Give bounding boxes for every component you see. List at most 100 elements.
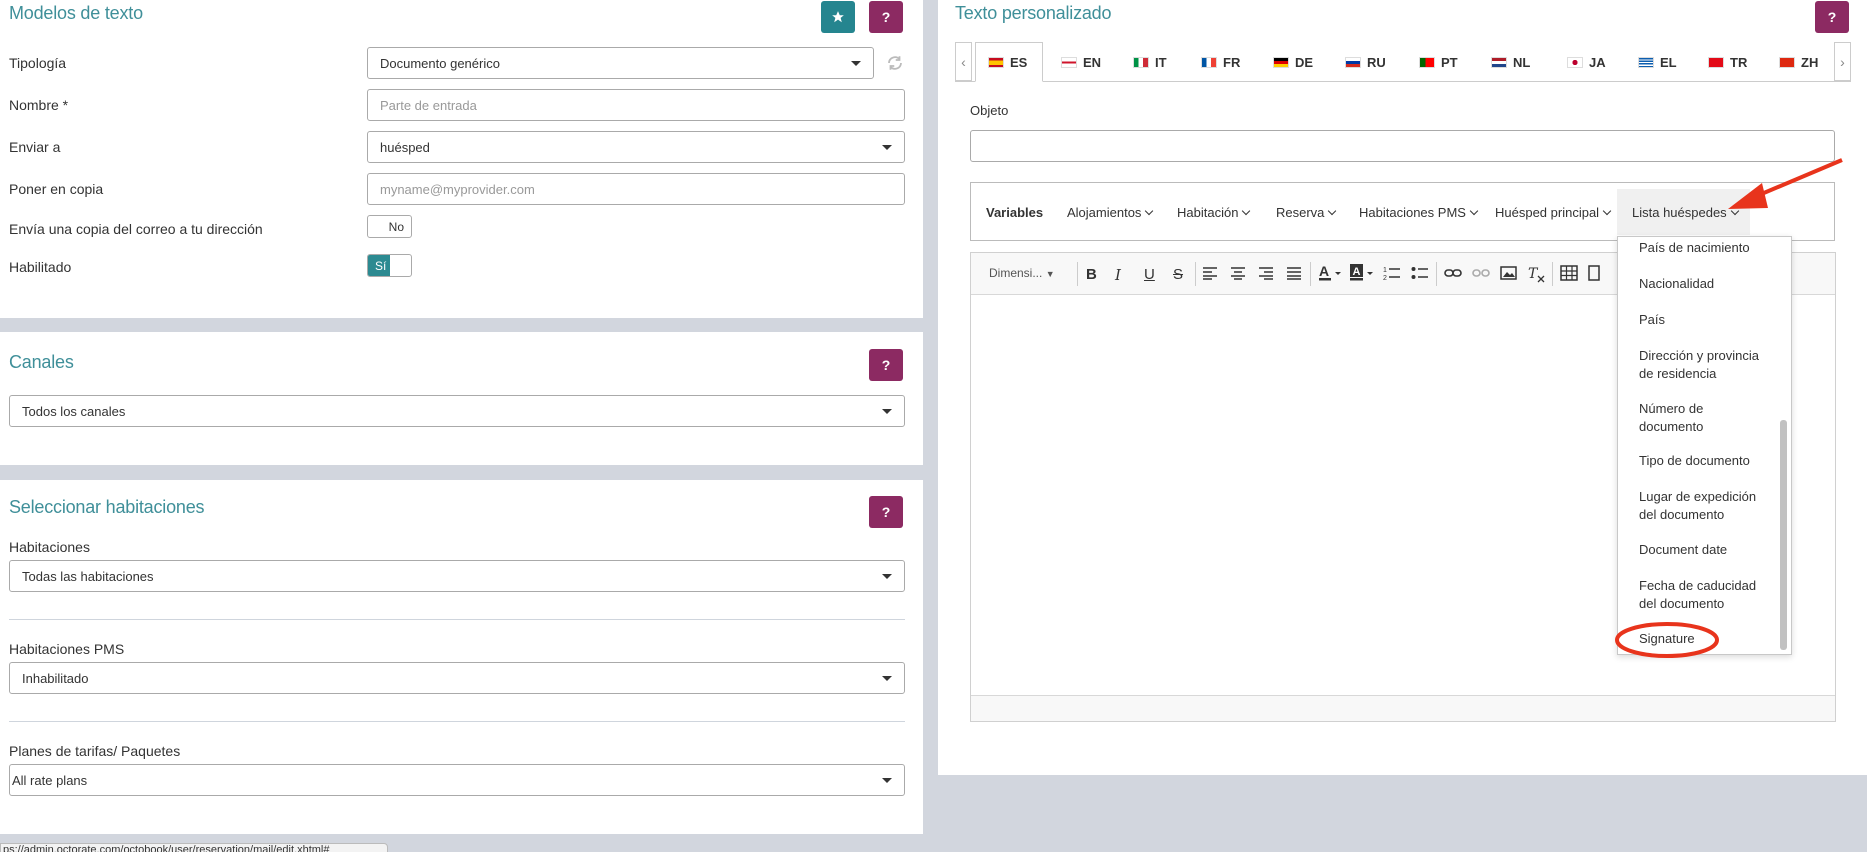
browser-status-url: ps://admin.octorate.com/octobook/user/re… xyxy=(0,843,388,852)
chevron-down-icon xyxy=(882,574,892,579)
planes-value: All rate plans xyxy=(12,772,88,788)
tab-ru[interactable]: RU xyxy=(1345,42,1386,82)
unlink-icon[interactable] xyxy=(1472,267,1490,279)
dropdown-item[interactable]: País de nacimiento xyxy=(1639,239,1764,257)
link-icon[interactable] xyxy=(1444,267,1462,279)
greece-flag-icon xyxy=(1638,56,1654,68)
divider xyxy=(9,721,905,722)
svg-text:A: A xyxy=(1319,264,1329,279)
habilitado-toggle[interactable]: Sí xyxy=(367,254,412,277)
tab-nl[interactable]: NL xyxy=(1491,42,1530,82)
menu-habitaciones-pms[interactable]: Habitaciones PMS xyxy=(1359,205,1479,220)
dropdown-item[interactable]: Dirección y provincia de residencia xyxy=(1639,347,1764,383)
tab-el[interactable]: EL xyxy=(1638,42,1677,82)
dropdown-item-signature[interactable]: Signature xyxy=(1639,630,1764,648)
copia-input[interactable]: myname@myprovider.com xyxy=(367,173,905,205)
habitaciones-panel: Seleccionar habitaciones ? Habitaciones … xyxy=(0,480,923,834)
text-color-icon[interactable]: A xyxy=(1318,264,1342,282)
tab-pt[interactable]: PT xyxy=(1419,42,1458,82)
dropdown-item[interactable]: Document date xyxy=(1639,541,1764,559)
turkey-flag-icon xyxy=(1708,56,1724,68)
canales-select[interactable]: Todos los canales xyxy=(9,395,905,427)
uk-flag-icon xyxy=(1061,56,1077,68)
pms-select[interactable]: Inhabilitado xyxy=(9,662,905,694)
menu-lista-huespedes[interactable]: Lista huéspedes xyxy=(1617,189,1750,235)
strikethrough-button[interactable]: S xyxy=(1173,266,1183,283)
language-tabs: ES EN IT FR DE RU PT NL JA EL TR ZH xyxy=(955,42,1851,82)
menu-reserva[interactable]: Reserva xyxy=(1276,205,1337,220)
image-icon[interactable] xyxy=(1500,265,1518,281)
pms-label: Habitaciones PMS xyxy=(9,641,125,657)
help-button[interactable]: ? xyxy=(869,1,903,33)
help-button[interactable]: ? xyxy=(1815,1,1849,33)
help-button[interactable]: ? xyxy=(869,496,903,528)
tab-fr[interactable]: FR xyxy=(1201,42,1240,82)
dropdown-item[interactable]: Tipo de documento xyxy=(1639,452,1764,470)
bullet-list-icon[interactable] xyxy=(1411,265,1429,281)
chevron-down-icon xyxy=(882,409,892,414)
menu-huesped-principal[interactable]: Huésped principal xyxy=(1495,205,1612,220)
menu-habitacion[interactable]: Habitación xyxy=(1177,205,1251,220)
dropdown-item[interactable]: País xyxy=(1639,311,1764,329)
clear-format-icon[interactable]: T xyxy=(1528,265,1546,283)
italic-button[interactable]: I xyxy=(1115,266,1121,284)
favorite-button[interactable] xyxy=(821,1,855,33)
underline-button[interactable]: U xyxy=(1144,266,1155,283)
china-flag-icon xyxy=(1779,56,1795,68)
tipologia-select[interactable]: Documento genérico xyxy=(367,47,874,79)
tab-es[interactable]: ES xyxy=(975,42,1043,82)
enviar-select[interactable]: huésped xyxy=(367,131,905,163)
tipologia-label: Tipología xyxy=(9,55,67,71)
modelos-panel: Modelos de texto ? Tipología Documento g… xyxy=(0,0,923,318)
nombre-label: Nombre * xyxy=(9,97,69,113)
svg-text:A: A xyxy=(1353,266,1361,278)
divider xyxy=(9,619,905,620)
tab-tr[interactable]: TR xyxy=(1708,42,1747,82)
portugal-flag-icon xyxy=(1419,56,1435,68)
tab-zh[interactable]: ZH xyxy=(1779,42,1818,82)
chevron-down-icon xyxy=(1242,206,1251,216)
chevron-down-icon xyxy=(1145,206,1154,216)
enviar-label: Enviar a xyxy=(9,139,61,155)
align-left-icon[interactable] xyxy=(1202,266,1218,280)
menu-alojamientos[interactable]: Alojamientos xyxy=(1067,205,1154,220)
tabs-next-arrow[interactable]: › xyxy=(1834,42,1851,81)
france-flag-icon xyxy=(1201,56,1217,68)
star-icon xyxy=(832,11,844,23)
table-icon[interactable] xyxy=(1560,265,1578,281)
envia-copia-toggle[interactable]: No xyxy=(367,215,412,238)
panel-title: Texto personalizado xyxy=(955,3,1112,23)
dropdown-item[interactable]: Lugar de expedición del documento xyxy=(1639,488,1764,524)
habitaciones-value: Todas las habitaciones xyxy=(22,568,154,584)
refresh-icon[interactable] xyxy=(886,54,904,72)
bold-button[interactable]: B xyxy=(1086,266,1097,283)
page-break-icon[interactable] xyxy=(1588,265,1600,281)
align-justify-icon[interactable] xyxy=(1286,266,1302,280)
tab-de[interactable]: DE xyxy=(1273,42,1313,82)
variables-menubar: Variables Alojamientos Habitación Reserv… xyxy=(970,182,1835,241)
numbered-list-icon[interactable]: 12 xyxy=(1383,265,1401,281)
dropdown-item[interactable]: Fecha de caducidad del documento xyxy=(1639,577,1764,613)
tab-ja[interactable]: JA xyxy=(1567,42,1606,82)
panel-title: Seleccionar habitaciones xyxy=(9,497,205,517)
spain-flag-icon xyxy=(988,56,1004,68)
tab-en[interactable]: EN xyxy=(1061,42,1101,82)
habitaciones-select[interactable]: Todas las habitaciones xyxy=(9,560,905,592)
align-right-icon[interactable] xyxy=(1258,266,1274,280)
habilitado-label: Habilitado xyxy=(9,259,72,275)
chevron-down-icon xyxy=(1730,206,1739,216)
dropdown-item[interactable]: Nacionalidad xyxy=(1639,275,1764,293)
tab-it[interactable]: IT xyxy=(1133,42,1167,82)
font-size-select[interactable]: Dimensi... ▼ xyxy=(989,266,1055,280)
pms-value: Inhabilitado xyxy=(22,670,89,686)
planes-select[interactable]: All rate plans xyxy=(9,764,905,796)
planes-label: Planes de tarifas/ Paquetes xyxy=(9,743,181,759)
dropdown-scrollbar[interactable] xyxy=(1780,420,1787,650)
align-center-icon[interactable] xyxy=(1230,266,1246,280)
help-button[interactable]: ? xyxy=(869,349,903,381)
toolbar-separator xyxy=(1310,262,1311,286)
nombre-input[interactable]: Parte de entrada xyxy=(367,89,905,121)
background-color-icon[interactable]: A xyxy=(1350,264,1374,282)
objeto-input[interactable] xyxy=(970,130,1835,162)
dropdown-item[interactable]: Número de documento xyxy=(1639,400,1764,436)
